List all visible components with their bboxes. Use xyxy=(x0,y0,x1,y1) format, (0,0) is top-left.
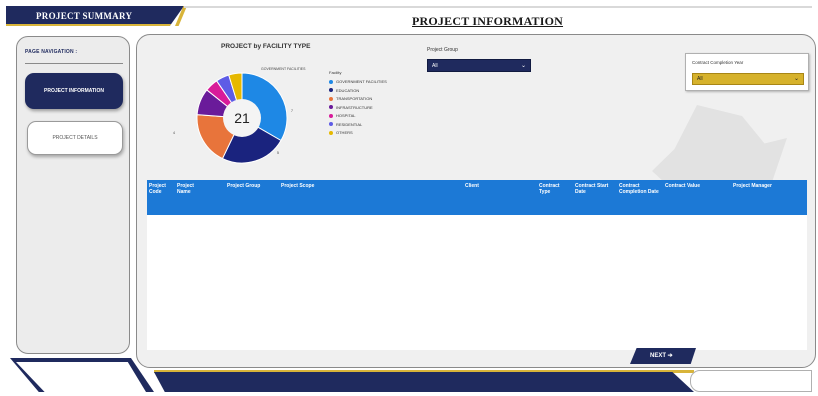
next-button[interactable]: NEXT ➔ xyxy=(630,348,696,364)
dashboard: PROJECT SUMMARY PROJECT INFORMATION PAGE… xyxy=(0,0,818,396)
legend-item[interactable]: EDUCATION xyxy=(329,88,359,93)
legend-item[interactable]: HOSPITAL xyxy=(329,113,356,118)
legend-item[interactable]: TRANSPORTATION xyxy=(329,96,372,101)
nav-button-label: PROJECT INFORMATION xyxy=(44,88,104,94)
project-group-dropdown[interactable]: All ⌄ xyxy=(427,59,531,72)
slice-label: GOVERNMENT FACILITIES xyxy=(261,67,306,71)
legend-item[interactable]: OTHERS xyxy=(329,130,353,135)
slice-label: 7 xyxy=(291,109,293,113)
nav-button-project-details[interactable]: PROJECT DETAILS xyxy=(27,121,123,155)
legend-marker xyxy=(329,88,333,93)
completion-year-value: All xyxy=(697,76,703,82)
navigation-panel: PAGE NAVIGATION : PROJECT INFORMATION PR… xyxy=(16,36,130,354)
top-divider xyxy=(184,6,812,8)
project-table[interactable]: Project Code Project Name Project Group … xyxy=(147,180,807,350)
completion-year-dropdown[interactable]: All ⌄ xyxy=(692,73,804,85)
footer-bar xyxy=(154,372,694,392)
page-title: PROJECT INFORMATION xyxy=(412,14,564,28)
legend-item[interactable]: GOVERNMENT FACILITIES xyxy=(329,79,387,84)
slice-label: 5 xyxy=(277,151,279,155)
column-header-project-group[interactable]: Project Group xyxy=(227,183,279,189)
column-header-project-scope[interactable]: Project Scope xyxy=(281,183,341,189)
legend-label: OTHERS xyxy=(336,130,353,135)
chart-title: PROJECT by FACILITY TYPE xyxy=(221,43,311,50)
nav-button-label: PROJECT DETAILS xyxy=(52,135,98,141)
completion-year-filter: Contract Completion Year All ⌄ xyxy=(685,53,809,91)
facility-donut-chart[interactable]: 21 xyxy=(187,63,297,173)
slice-label: 4 xyxy=(173,131,175,135)
column-header-contract-completion-date[interactable]: Contract Completion Date xyxy=(619,183,659,195)
nav-button-project-information[interactable]: PROJECT INFORMATION xyxy=(25,73,123,109)
footer-right-panel xyxy=(690,370,812,392)
legend-label: HOSPITAL xyxy=(336,113,356,118)
completion-year-label: Contract Completion Year xyxy=(692,60,744,65)
legend-item[interactable]: INFRASTRUCTURE xyxy=(329,105,373,110)
legend-item[interactable]: RESIDENTIAL xyxy=(329,122,362,127)
main-panel: PROJECT by FACILITY TYPE 21 GOVERNMENT F… xyxy=(136,34,816,368)
legend-marker xyxy=(329,96,333,101)
summary-banner: PROJECT SUMMARY xyxy=(6,6,184,26)
table-header: Project Code Project Name Project Group … xyxy=(147,180,807,215)
banner-title: PROJECT SUMMARY xyxy=(36,11,133,21)
column-header-contract-start-date[interactable]: Contract Start Date xyxy=(575,183,609,195)
legend-label: INFRASTRUCTURE xyxy=(336,104,373,110)
project-group-label: Project Group xyxy=(427,47,458,53)
legend-label: EDUCATION xyxy=(336,87,360,93)
next-button-label: NEXT ➔ xyxy=(650,353,673,359)
legend-title: Facility xyxy=(329,70,342,75)
project-group-value: All xyxy=(432,63,438,69)
legend-marker xyxy=(329,79,333,84)
navigation-title: PAGE NAVIGATION : xyxy=(25,49,78,55)
legend-marker xyxy=(329,130,333,135)
column-header-project-manager[interactable]: Project Manager xyxy=(733,183,803,189)
donut-center-value: 21 xyxy=(234,110,250,126)
column-header-contract-value[interactable]: Contract Value xyxy=(665,183,721,189)
legend-marker xyxy=(329,113,333,118)
legend-label: RESIDENTIAL xyxy=(336,121,363,127)
legend-marker xyxy=(329,122,333,127)
column-header-project-code[interactable]: Project Code xyxy=(149,183,175,195)
legend-label: GOVERNMENT FACILITIES xyxy=(336,79,387,84)
column-header-client[interactable]: Client xyxy=(465,183,505,189)
chevron-down-icon: ⌄ xyxy=(793,76,799,82)
legend-marker xyxy=(329,105,333,110)
chevron-down-icon: ⌄ xyxy=(520,63,526,69)
legend-label: TRANSPORTATION xyxy=(336,96,373,101)
column-header-project-name[interactable]: Project Name xyxy=(177,183,203,195)
column-header-contract-type[interactable]: Contract Type xyxy=(539,183,563,195)
navigation-divider xyxy=(25,63,123,64)
